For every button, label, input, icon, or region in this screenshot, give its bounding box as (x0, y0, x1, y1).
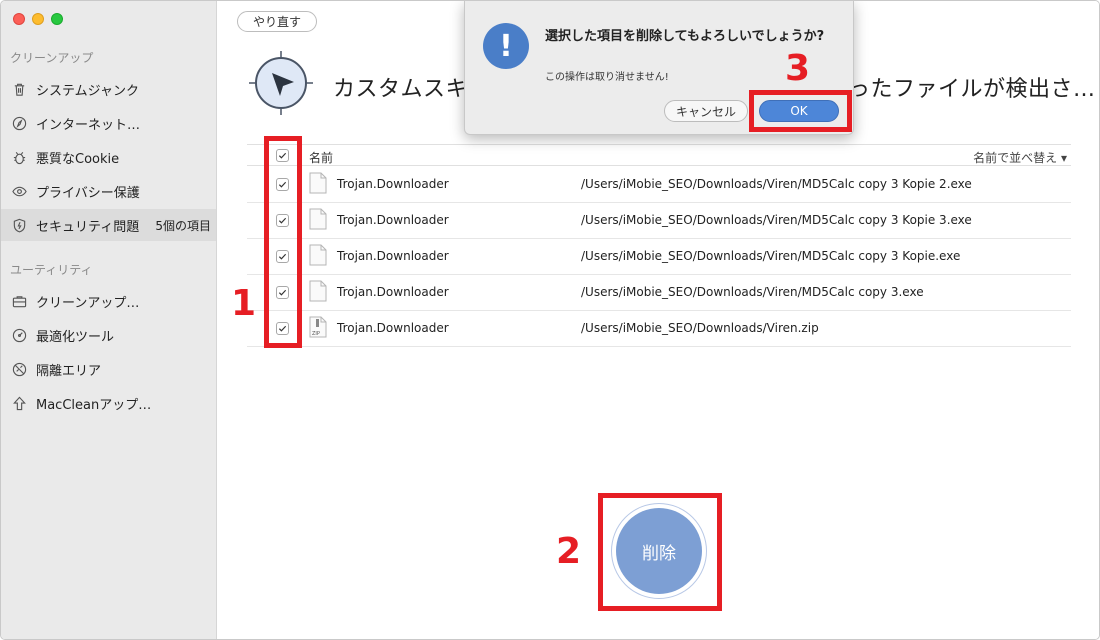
table-row[interactable]: ZIP Trojan.Downloader /Users/iMobie_SEO/… (247, 311, 1071, 347)
table-row[interactable]: Trojan.Downloader /Users/iMobie_SEO/Down… (247, 239, 1071, 275)
annotation-step-3: 3 (785, 48, 811, 89)
upload-arrow-icon (12, 396, 27, 411)
minimize-window-button[interactable] (32, 13, 44, 25)
file-icon (309, 172, 327, 194)
sidebar-item-cleanup-tools[interactable]: クリーンアップ… (1, 285, 216, 317)
exclamation-icon: ! (483, 23, 529, 69)
file-icon (309, 208, 327, 230)
column-header-name[interactable]: 名前 (309, 149, 333, 166)
headline-left-text: カスタムスキ (333, 77, 469, 102)
compass-logo-icon (249, 51, 313, 115)
headline-right-text: ったファイルが検出さ… (848, 77, 1096, 102)
file-path: /Users/iMobie_SEO/Downloads/Viren/MD5Cal… (581, 285, 924, 299)
zoom-window-button[interactable] (51, 13, 63, 25)
sidebar-item-quarantine[interactable]: 隔離エリア (1, 353, 216, 385)
compass-icon (12, 116, 27, 131)
file-path: /Users/iMobie_SEO/Downloads/Viren/MD5Cal… (581, 177, 972, 191)
section-title-utility: ユーティリティ (10, 263, 93, 277)
file-icon (309, 244, 327, 266)
dialog-message: この操作は取り消せません! (545, 72, 669, 83)
sidebar-item-privacy[interactable]: プライバシー保護 (1, 175, 216, 207)
table-header: 名前 名前で並べ替え ▾ (247, 144, 1071, 166)
table-row[interactable]: Trojan.Downloader /Users/iMobie_SEO/Down… (247, 167, 1071, 203)
sidebar-item-internet[interactable]: インターネット… (1, 107, 216, 139)
threat-name: Trojan.Downloader (337, 213, 449, 227)
eye-icon (12, 184, 27, 199)
briefcase-icon (12, 294, 27, 309)
threat-name: Trojan.Downloader (337, 177, 449, 191)
sidebar-item-malicious-cookie[interactable]: 悪質なCookie (1, 141, 216, 173)
sidebar-item-macclean-update[interactable]: MacCleanアップ… (1, 387, 216, 419)
security-item-count: 5個の項目 (155, 218, 211, 233)
sidebar-item-optimizer[interactable]: 最適化ツール (1, 319, 216, 351)
annotation-box-delete (598, 493, 722, 611)
section-title-cleanup: クリーンアップ (10, 51, 94, 65)
table-row[interactable]: Trojan.Downloader /Users/iMobie_SEO/Down… (247, 203, 1071, 239)
annotation-box-checkboxes (264, 136, 302, 348)
table-row[interactable]: Trojan.Downloader /Users/iMobie_SEO/Down… (247, 275, 1071, 311)
sidebar-item-system-junk[interactable]: システムジャンク (1, 73, 216, 105)
threat-name: Trojan.Downloader (337, 321, 449, 335)
trash-icon (12, 82, 27, 97)
dialog-title: 選択した項目を削除してもよろしいでしょうか? (545, 29, 825, 44)
zip-file-icon: ZIP (309, 316, 327, 338)
threat-name: Trojan.Downloader (337, 249, 449, 263)
cancel-button[interactable]: キャンセル (664, 100, 748, 122)
shredder-icon (12, 362, 27, 377)
gauge-icon (12, 328, 27, 343)
annotation-step-2: 2 (556, 531, 582, 572)
file-icon (309, 280, 327, 302)
svg-text:ZIP: ZIP (312, 331, 320, 337)
close-window-button[interactable] (13, 13, 25, 25)
annotation-box-ok (749, 90, 852, 132)
threat-name: Trojan.Downloader (337, 285, 449, 299)
annotation-step-1: 1 (231, 283, 257, 324)
file-path: /Users/iMobie_SEO/Downloads/Viren/MD5Cal… (581, 213, 972, 227)
file-path: /Users/iMobie_SEO/Downloads/Viren/MD5Cal… (581, 249, 961, 263)
window-controls (13, 13, 63, 25)
sidebar: クリーンアップ システムジャンク インターネット… 悪質なCookie プライバ… (1, 1, 217, 639)
file-path: /Users/iMobie_SEO/Downloads/Viren.zip (581, 321, 819, 335)
sort-dropdown[interactable]: 名前で並べ替え ▾ (973, 149, 1067, 166)
app-window: クリーンアップ システムジャンク インターネット… 悪質なCookie プライバ… (0, 0, 1100, 640)
bug-icon (12, 150, 27, 165)
redo-button[interactable]: やり直す (237, 11, 317, 32)
shield-icon (12, 218, 27, 233)
sidebar-item-security[interactable]: セキュリティ問題 5個の項目 (1, 209, 216, 241)
